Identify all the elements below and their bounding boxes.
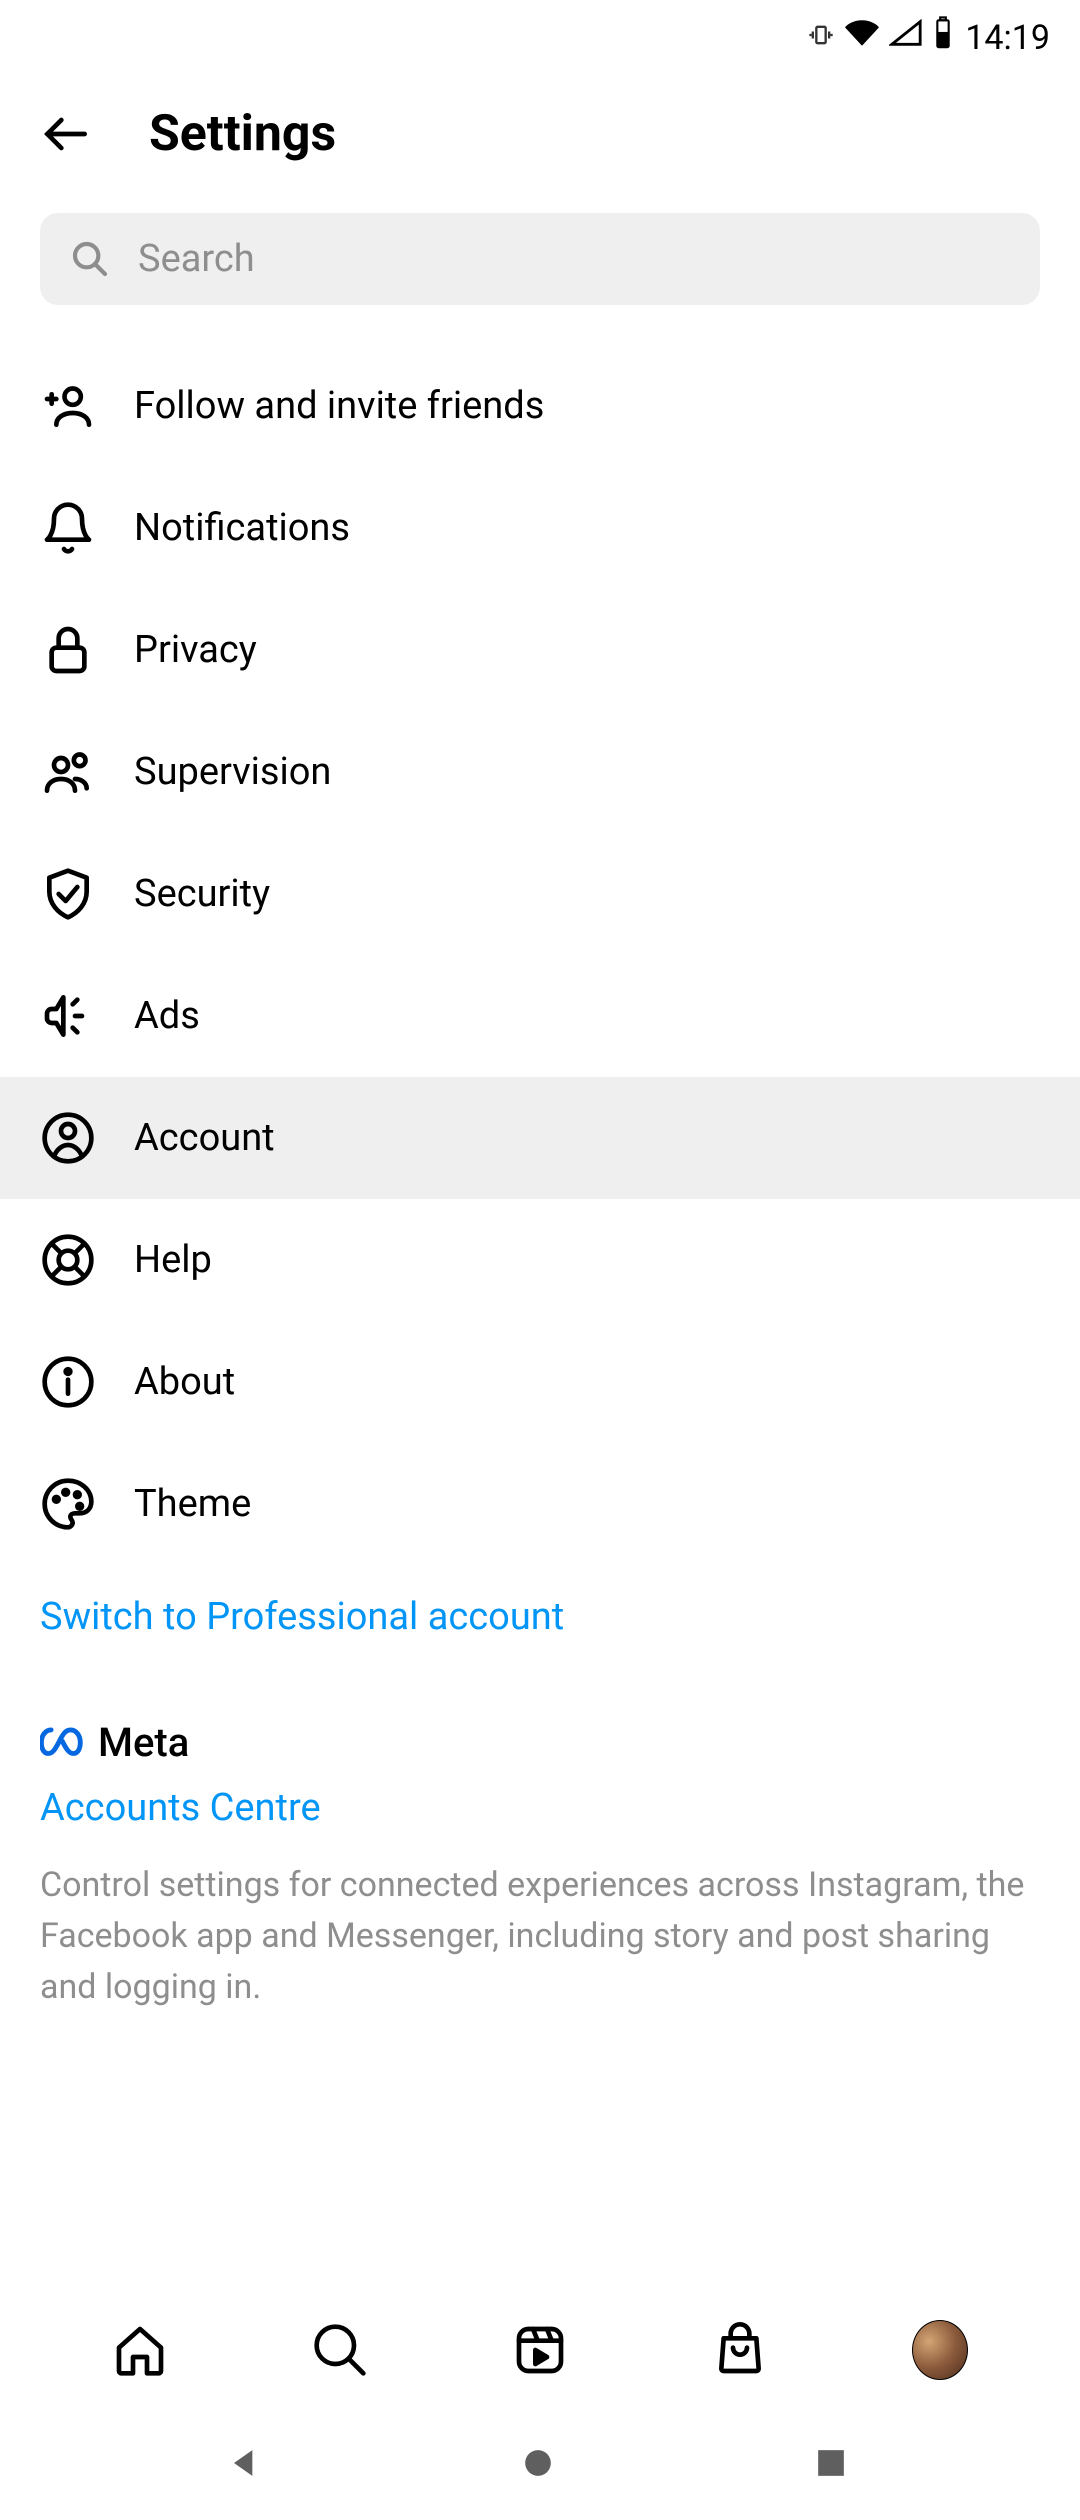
item-label: Privacy [134,628,257,672]
bottom-nav [0,2290,1080,2410]
system-nav [0,2410,1080,2520]
settings-item-notifications[interactable]: Notifications [0,467,1080,589]
item-label: Supervision [134,750,331,794]
item-label: Ads [134,994,200,1038]
wifi-icon [845,16,879,59]
status-time: 14:19 [965,18,1050,58]
status-icons [807,16,953,59]
item-label: Help [134,1238,212,1282]
palette-icon [40,1476,96,1532]
item-label: About [134,1360,235,1404]
nav-home[interactable] [112,2322,168,2378]
system-back[interactable] [223,2441,271,2489]
back-button[interactable] [38,106,94,162]
item-label: Account [134,1116,275,1160]
lock-icon [40,622,96,678]
person-add-icon [40,378,96,434]
item-label: Theme [134,1482,251,1526]
settings-item-security[interactable]: Security [0,833,1080,955]
life-ring-icon [40,1232,96,1288]
meta-logo: Meta [40,1719,1040,1766]
nav-profile[interactable] [912,2322,968,2378]
bell-icon [40,500,96,556]
meta-brand-text: Meta [98,1719,189,1766]
header: Settings [0,75,1080,213]
settings-item-privacy[interactable]: Privacy [0,589,1080,711]
nav-reels[interactable] [512,2322,568,2378]
people-icon [40,744,96,800]
system-recent[interactable] [809,2441,857,2489]
info-icon [40,1354,96,1410]
meta-section: Meta Accounts Centre Control settings fo… [0,1669,1080,2013]
search-container[interactable] [40,213,1040,305]
accounts-centre-link[interactable]: Accounts Centre [40,1786,1040,1830]
item-label: Follow and invite friends [134,384,544,428]
nav-search[interactable] [312,2322,368,2378]
profile-avatar [912,2320,968,2380]
user-circle-icon [40,1110,96,1166]
settings-item-theme[interactable]: Theme [0,1443,1080,1565]
settings-list: Follow and invite friends Notifications … [0,345,1080,2290]
meta-description: Control settings for connected experienc… [40,1860,1040,2013]
search-input[interactable] [138,237,1010,281]
item-label: Security [134,872,270,916]
shield-check-icon [40,866,96,922]
cellular-icon [889,16,923,59]
status-bar: 14:19 [0,0,1080,75]
megaphone-icon [40,988,96,1044]
item-label: Notifications [134,506,350,550]
battery-icon [933,16,953,59]
vibrate-icon [807,18,835,58]
settings-item-about[interactable]: About [0,1321,1080,1443]
switch-professional-link[interactable]: Switch to Professional account [0,1565,1080,1669]
settings-item-ads[interactable]: Ads [0,955,1080,1077]
search-icon [70,239,110,279]
settings-item-help[interactable]: Help [0,1199,1080,1321]
settings-item-supervision[interactable]: Supervision [0,711,1080,833]
page-title: Settings [149,105,336,163]
nav-shop[interactable] [712,2322,768,2378]
settings-item-account[interactable]: Account [0,1077,1080,1199]
meta-infinity-icon [40,1724,90,1762]
settings-item-follow-invite[interactable]: Follow and invite friends [0,345,1080,467]
system-home[interactable] [516,2441,564,2489]
